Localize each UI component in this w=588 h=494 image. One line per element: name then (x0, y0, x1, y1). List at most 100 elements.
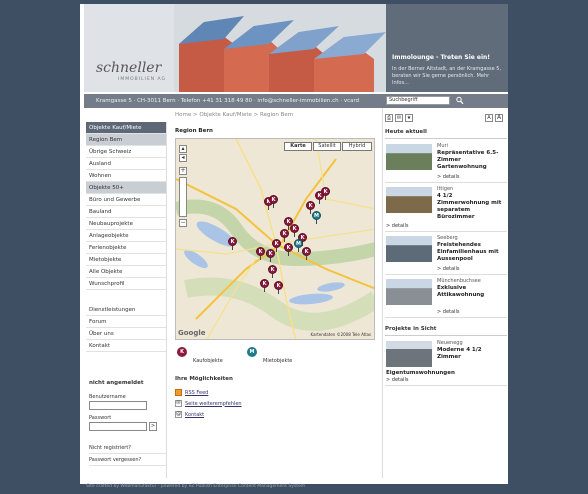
page-title: Region Bern (175, 128, 213, 134)
sidebar-item[interactable]: Bauland (86, 206, 166, 218)
option-label[interactable]: Seite weiterempfehlen (185, 401, 242, 407)
project-title[interactable]: Moderne 4 1/2 Zimmer (437, 347, 505, 361)
options-title: Ihre Möglichkeiten (175, 376, 233, 382)
sidebar-item[interactable]: Objekte Kauf/Miete (86, 122, 166, 134)
sidebar-item[interactable]: Alle Objekte (86, 266, 166, 278)
listing-thumbnail[interactable] (386, 279, 432, 305)
mail-icon[interactable]: ✉ (395, 114, 403, 122)
map-pin-kauf[interactable]: K (274, 281, 283, 294)
sidebar-item[interactable]: Anlageobjekte (86, 230, 166, 242)
map-pin-kauf[interactable]: K (266, 249, 275, 262)
sidebar-item[interactable]: Büro und Gewerbe (86, 194, 166, 206)
map-pin-kauf[interactable]: K (268, 265, 277, 278)
search-input[interactable]: Suchbegriff (386, 96, 450, 105)
kauf-pin-icon: K (177, 347, 187, 357)
pan-icon[interactable]: ◂ (179, 154, 187, 162)
map-pin-kauf[interactable]: K (315, 191, 324, 204)
details-link[interactable]: > details (386, 377, 408, 383)
breadcrumb[interactable]: Home > Objekte Kauf/Miete > Region Bern (175, 112, 293, 118)
page: schneller IMMOBILIEN AG Immolounge - Tre… (80, 4, 508, 489)
option-label[interactable]: RSS Feed (185, 390, 208, 396)
register-link[interactable]: Nicht registriert? (89, 442, 166, 454)
sidebar-item[interactable]: Kontakt (86, 340, 166, 352)
zoom-in-icon[interactable]: + (179, 167, 187, 175)
search-icon[interactable] (456, 96, 464, 105)
sidebar-item[interactable]: Objekte 50+ (86, 182, 166, 194)
listing-item[interactable]: Muri Repräsentative 6.5-Zimmer Gartenwohn… (385, 143, 507, 183)
sidebar-item[interactable]: Dienstleistungen (86, 304, 166, 316)
listing-item[interactable]: Ittigen 4 1/2 Zimmerwohnung mit separatem… (385, 186, 507, 232)
map-pin-kauf[interactable]: K (256, 247, 265, 260)
listing-thumbnail[interactable] (386, 236, 432, 262)
details-link[interactable]: > details (437, 309, 459, 315)
print-icon[interactable]: ⎙ (385, 114, 393, 122)
listing-title[interactable]: Repräsentative 6.5-Zimmer Gartenwohnung (437, 150, 505, 171)
map-tab-karte[interactable]: Karte (284, 142, 312, 151)
map-pin-kauf[interactable]: K (228, 237, 237, 250)
sidebar-nav: Objekte Kauf/Miete Region Bern Übrige Schw… (86, 122, 166, 290)
listing-thumbnail[interactable] (386, 187, 432, 213)
right-column: ⎙ ✉ ★ A A Heute aktuell Muri Repräsentati… (385, 114, 507, 389)
details-link[interactable]: > details (437, 266, 459, 272)
map-pin-kauf[interactable]: K (306, 201, 315, 214)
details-link[interactable]: > details (386, 223, 408, 229)
google-logo[interactable]: Google (178, 329, 206, 337)
sidebar-item[interactable]: Neubauprojekte (86, 218, 166, 230)
map-legend: K Kaufobjekte M Mietobjekte (175, 346, 375, 368)
login-status: nicht angemeldet (89, 380, 144, 386)
map-pin-kauf[interactable]: K (269, 195, 278, 208)
listing-city: Münchenbuchsee (437, 278, 481, 284)
map-pin-kauf[interactable]: K (272, 239, 281, 252)
listing-item[interactable]: Münchenbuchsee Exklusive Attikawohnung > d… (385, 278, 507, 318)
map-pin-kauf[interactable]: K (284, 243, 293, 256)
sidebar-item[interactable]: Forum (86, 316, 166, 328)
project-item[interactable]: Neuenegg Moderne 4 1/2 Zimmer Eigentumsw… (385, 340, 507, 386)
sidebar-item[interactable]: Ausland (86, 158, 166, 170)
sidebar-item[interactable]: Mietobjekte (86, 254, 166, 266)
project-title-cont[interactable]: Eigentumswohnungen (386, 370, 455, 376)
username-field[interactable] (89, 401, 147, 410)
listing-item[interactable]: Seeberg Freistehendes Einfamilienhaus mit… (385, 235, 507, 275)
map-tab-hybrid[interactable]: Hybrid (342, 142, 372, 151)
details-link[interactable]: > details (437, 174, 459, 180)
map-pin-kauf[interactable]: K (302, 247, 311, 260)
listing-thumbnail[interactable] (386, 144, 432, 170)
forgot-password-link[interactable]: Passwort vergessen? (89, 454, 166, 466)
pan-up-icon[interactable]: ▴ (179, 145, 187, 153)
login-button[interactable]: > (149, 422, 157, 431)
recommend-link[interactable]: ✉ Seite weiterempfehlen (175, 398, 375, 409)
sidebar-item[interactable]: Übrige Schweiz (86, 146, 166, 158)
section-title: Projekte in Sicht (385, 326, 507, 336)
password-field[interactable] (89, 422, 147, 431)
rss-link[interactable]: RSS Feed (175, 387, 375, 398)
project-thumbnail[interactable] (386, 341, 432, 367)
map-pin-kauf[interactable]: K (260, 279, 269, 292)
promo-box[interactable]: Immolounge - Treten Sie ein! In der Bern… (386, 4, 508, 92)
map[interactable]: Karte Satellit Hybrid ▴ ◂ + − K K K K K … (175, 138, 375, 340)
listing-title[interactable]: 4 1/2 Zimmerwohnung mit separatem Bürozi… (437, 193, 505, 221)
contact-link[interactable]: @ Kontakt (175, 409, 375, 420)
logo[interactable]: schneller (96, 60, 161, 76)
map-pin-kauf[interactable]: K (290, 224, 299, 237)
bookmark-icon[interactable]: ★ (405, 114, 413, 122)
sidebar-item[interactable]: Wohnen (86, 170, 166, 182)
listing-title[interactable]: Exklusive Attikawohnung (437, 285, 505, 299)
map-pin-kauf[interactable]: K (280, 229, 289, 242)
sidebar-item[interactable]: Über uns (86, 328, 166, 340)
map-tab-satellit[interactable]: Satellit (313, 142, 341, 151)
zoom-out-icon[interactable]: − (179, 219, 187, 227)
map-pin-miete[interactable]: M (312, 211, 321, 224)
listing-title[interactable]: Freistehendes Einfamilienhaus mit Aussen… (437, 242, 505, 263)
font-larger-button[interactable]: A (495, 114, 503, 122)
sidebar-item[interactable]: Wunschprofil (86, 278, 166, 290)
sidebar-nav-secondary: Dienstleistungen Forum Über uns Kontakt (86, 304, 166, 352)
zoom-slider[interactable] (179, 177, 187, 217)
font-size-controls: A A (485, 114, 503, 122)
map-pin-miete[interactable]: M (294, 239, 303, 252)
option-label[interactable]: Kontakt (185, 412, 204, 418)
font-smaller-button[interactable]: A (485, 114, 493, 122)
sidebar-item[interactable]: Region Bern (86, 134, 166, 146)
sidebar-item[interactable]: Ferienobjekte (86, 242, 166, 254)
promo-title[interactable]: Immolounge - Treten Sie ein! (392, 54, 502, 61)
username-label: Benutzername (89, 394, 126, 400)
